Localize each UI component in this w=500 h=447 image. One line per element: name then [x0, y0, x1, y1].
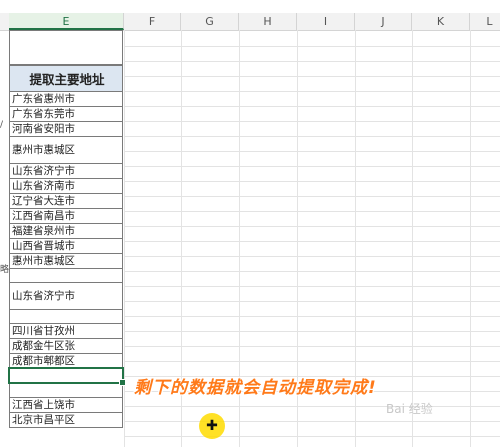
- gridline-horizontal: [124, 346, 500, 347]
- address-cell[interactable]: 山东省济宁市: [9, 164, 123, 179]
- gridline-horizontal: [124, 301, 500, 302]
- gridline-horizontal: [124, 271, 500, 272]
- address-cell[interactable]: 辽宁省大连市: [9, 194, 123, 209]
- gridline-horizontal: [124, 316, 500, 317]
- address-cell[interactable]: 江西省上饶市: [9, 398, 123, 413]
- gridline-horizontal: [124, 76, 500, 77]
- gridline-vertical: [412, 30, 413, 447]
- empty-cell[interactable]: [9, 269, 123, 283]
- column-header-h[interactable]: H: [239, 13, 297, 30]
- gridline-horizontal: [124, 196, 500, 197]
- gridline-horizontal: [124, 226, 500, 227]
- gridline-horizontal: [124, 421, 500, 422]
- column-header-e[interactable]: E: [9, 13, 124, 30]
- address-cell[interactable]: 广东省东莞市: [9, 107, 123, 122]
- gridline-horizontal: [124, 286, 500, 287]
- gridline-horizontal: [124, 61, 500, 62]
- column-header-j[interactable]: J: [355, 13, 412, 30]
- gridline-horizontal: [124, 361, 500, 362]
- gridline-horizontal: [124, 241, 500, 242]
- fill-handle[interactable]: [119, 379, 126, 386]
- gridline-horizontal: [124, 331, 500, 332]
- gridline-horizontal: [124, 436, 500, 437]
- gridline-horizontal: [124, 91, 500, 92]
- address-cell[interactable]: 成都金牛区张: [9, 339, 123, 354]
- address-cell[interactable]: 山东省济宁市: [9, 283, 123, 310]
- gridline-horizontal: [124, 166, 500, 167]
- empty-cell[interactable]: [9, 310, 123, 324]
- address-cell[interactable]: 惠州市惠城区: [9, 137, 123, 164]
- gridline-vertical: [470, 30, 471, 447]
- address-cell[interactable]: 四川省甘孜州: [9, 324, 123, 339]
- column-header-l[interactable]: L: [470, 13, 500, 30]
- column-header-k[interactable]: K: [412, 13, 470, 30]
- column-header-f[interactable]: F: [124, 13, 181, 30]
- gridline-horizontal: [124, 121, 500, 122]
- gridline-horizontal: [124, 106, 500, 107]
- gridline-horizontal: [124, 406, 500, 407]
- spreadsheet[interactable]: E F G H I J K L / 略 提取主要地址 广东省惠州市 广东省东莞市河…: [0, 0, 500, 447]
- active-cell-e[interactable]: [8, 367, 126, 386]
- column-header-i[interactable]: I: [297, 13, 355, 30]
- gridline-horizontal: [124, 256, 500, 257]
- instruction-caption: 剩下的数据就会自动提取完成!: [134, 378, 377, 398]
- gridline-horizontal: [124, 181, 500, 182]
- address-cell[interactable]: 河南省安阳市: [9, 122, 123, 137]
- column-e-header-cell[interactable]: 提取主要地址: [9, 65, 123, 92]
- gridline-horizontal: [124, 211, 500, 212]
- address-cell[interactable]: 山西省晋城市: [9, 239, 123, 254]
- address-cell[interactable]: 北京市昌平区: [9, 413, 123, 428]
- watermark: Bai 经验: [386, 402, 433, 416]
- column-header-g[interactable]: G: [181, 13, 239, 30]
- gridline-horizontal: [124, 136, 500, 137]
- gridline-horizontal: [124, 46, 500, 47]
- empty-cell[interactable]: [9, 384, 123, 398]
- left-column-fragment: 略: [0, 265, 10, 275]
- address-cell[interactable]: 惠州市惠城区: [9, 254, 123, 269]
- left-column-fragment: /: [0, 120, 4, 130]
- cell-select-cursor-icon: ✚: [206, 418, 218, 434]
- mouse-pointer-highlight: ✚: [199, 413, 225, 439]
- address-cell[interactable]: 江西省南昌市: [9, 209, 123, 224]
- blank-cell-e1[interactable]: [9, 30, 123, 65]
- address-cell[interactable]: 广东省惠州市: [9, 92, 123, 107]
- address-cell[interactable]: 山东省济南市: [9, 179, 123, 194]
- address-cell[interactable]: 福建省泉州市: [9, 224, 123, 239]
- gridline-horizontal: [124, 151, 500, 152]
